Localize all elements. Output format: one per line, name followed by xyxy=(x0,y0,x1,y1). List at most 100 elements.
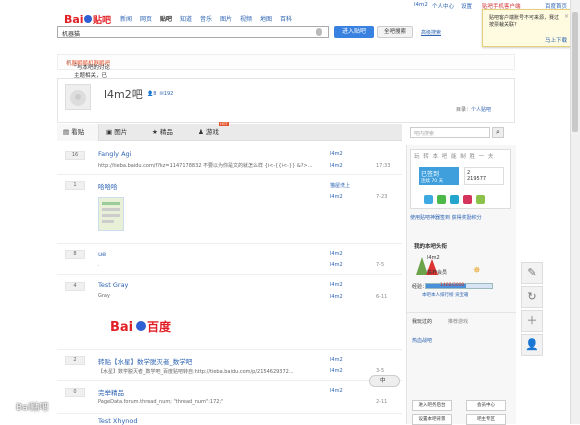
thread-author[interactable]: l4m2 xyxy=(330,357,343,363)
forum-name: l4m2吧 xyxy=(104,88,143,101)
thread-time: 3-5 xyxy=(376,368,385,374)
advanced-search-link[interactable]: 高级搜索 xyxy=(421,29,441,36)
search-icon[interactable]: ⌕ xyxy=(492,127,504,138)
thread-title[interactable]: ue xyxy=(98,250,106,258)
tab-posts[interactable]: ▤ 看贴 xyxy=(57,124,99,141)
enter-forum-button[interactable]: 进入贴吧 xyxy=(334,26,374,38)
rank-link[interactable]: 本吧本人排行榜 xyxy=(422,293,454,298)
tab-good[interactable]: ★ 精品 xyxy=(152,124,173,141)
score-link[interactable]: 获得奖励积分 xyxy=(452,215,482,221)
last-replier[interactable]: l4m2 xyxy=(330,368,343,374)
game-icon: ♟ xyxy=(198,128,206,136)
thread-thumbnail[interactable] xyxy=(98,197,124,231)
forum-admin-button[interactable]: 进入吧务后台 xyxy=(412,400,452,411)
thread-time: 6-11 xyxy=(376,294,388,300)
hot-badge: HOT xyxy=(219,122,229,126)
nav-image[interactable]: 图片 xyxy=(220,14,232,23)
nav-zhidao[interactable]: 知道 xyxy=(180,14,192,23)
username-link[interactable]: l4m2 xyxy=(414,2,428,8)
nav-music[interactable]: 音乐 xyxy=(200,14,212,23)
nav-map[interactable]: 地图 xyxy=(260,14,272,23)
treasure-link[interactable]: 贡宝箱 xyxy=(455,293,469,298)
scrollbar-thumb[interactable] xyxy=(572,12,578,132)
thread-title[interactable]: 转贴【水星】数学脱灭者_数学吧 xyxy=(98,356,192,366)
nav-web[interactable]: 网页 xyxy=(140,14,152,23)
search-all-button[interactable]: 全吧搜索 xyxy=(377,26,413,38)
ime-indicator[interactable]: 中 xyxy=(369,375,400,387)
forum-avatar[interactable] xyxy=(65,84,91,110)
post-count[interactable]: 192 xyxy=(164,91,174,97)
app-icon[interactable] xyxy=(476,195,485,204)
user-icon[interactable]: 👤 xyxy=(521,334,543,356)
tab-visited[interactable]: 我玩过的 xyxy=(412,318,432,325)
forum-directory: 目录：个人贴吧 xyxy=(456,107,492,113)
plus-icon[interactable]: ＋ xyxy=(521,310,543,332)
nav-video[interactable]: 视频 xyxy=(240,14,252,23)
sign-header: 玩 转 本 吧 能 制 胜 一 夫 xyxy=(414,154,495,160)
my-username[interactable]: l4m2 xyxy=(427,255,440,261)
image-icon: ▣ xyxy=(106,128,115,136)
badge-icon: ✵ xyxy=(473,266,481,276)
forum-stats: 👤8 ✉192 xyxy=(147,91,173,97)
nav-tieba[interactable]: 贴吧 xyxy=(160,14,172,23)
thread-author[interactable]: l4m2 xyxy=(330,282,343,288)
app-icon[interactable] xyxy=(450,195,459,204)
microphone-icon[interactable] xyxy=(316,28,322,36)
member-center-button[interactable]: 会员中心 xyxy=(466,400,506,411)
tieba-logo[interactable]: Bai 贴吧 xyxy=(64,11,114,27)
app-icon[interactable] xyxy=(424,195,433,204)
directory-link[interactable]: 个人贴吧 xyxy=(471,107,491,113)
close-icon[interactable]: × xyxy=(564,13,569,20)
owner-zone-button[interactable]: 吧主专区 xyxy=(466,414,506,425)
app-icon[interactable] xyxy=(463,195,472,204)
search-input[interactable]: 机器猫 xyxy=(57,26,329,38)
reply-count: 4 xyxy=(65,282,85,291)
nav-news[interactable]: 新闻 xyxy=(120,14,132,23)
close-icon[interactable]: × xyxy=(66,58,510,66)
app-icon[interactable] xyxy=(437,195,446,204)
download-now-link[interactable]: 马上下载 xyxy=(545,36,567,44)
last-replier[interactable]: l4m2 xyxy=(330,262,343,268)
reply-count: 16 xyxy=(65,151,85,160)
reply-count: 2 xyxy=(65,356,85,365)
last-replier[interactable]: l4m2 xyxy=(330,294,343,300)
last-replier[interactable]: l4m2 xyxy=(330,194,343,200)
thread-time: 17:33 xyxy=(376,163,391,169)
thread-title[interactable]: Test Gray xyxy=(98,281,128,289)
signed-button[interactable]: 已签到 连续 70 天 xyxy=(419,167,459,185)
search-value: 机器猫 xyxy=(62,31,81,38)
last-replier[interactable]: l4m2 xyxy=(330,163,343,169)
client-tip-popup: 贴吧客户端账号不可来源，赛过按票裁关联? × 马上下载 xyxy=(482,9,574,47)
user-center-link[interactable]: 个人中心 xyxy=(432,2,454,10)
thread-time: 7-23 xyxy=(376,194,388,200)
baidu-logo-image[interactable]: Bai 百度 xyxy=(110,317,180,338)
forum-search-input[interactable]: 吧内搜索 xyxy=(410,127,490,138)
sign-stats: 2 219577 xyxy=(464,167,504,185)
thread-abstract: . xyxy=(98,262,100,268)
settings-link[interactable]: 设置 xyxy=(461,2,472,10)
set-background-button[interactable]: 设置本吧背景 xyxy=(412,414,452,425)
thread-title[interactable]: Fangly Agi xyxy=(98,150,131,158)
redirect-notice: “机器鹂鹂”与本吧的讨论主题相关，已为您自动跳转；若您寻找的不是本吧，也可以创建… xyxy=(57,54,515,111)
sign-tools: 使用贴吧神器签到 获得奖励积分 xyxy=(410,214,482,221)
nav-baike[interactable]: 百科 xyxy=(280,14,292,23)
tab-games[interactable]: ♟ 游戏 xyxy=(198,124,219,141)
thread-title[interactable]: 完举精品 xyxy=(98,387,124,397)
thread-author[interactable]: l4m2 xyxy=(330,388,343,394)
thread-author[interactable]: 猫屋洗上 xyxy=(330,182,350,189)
hot-game-link[interactable]: 热血战吧 xyxy=(412,337,432,344)
tab-recommend[interactable]: 推荐游戏 xyxy=(448,318,468,325)
svg-text:百度: 百度 xyxy=(147,319,172,334)
thread-title[interactable]: 哈哈哈 xyxy=(98,181,118,191)
my-links: 本吧本人排行榜 贡宝箱 xyxy=(422,292,468,298)
member-count[interactable]: 8 xyxy=(153,91,156,97)
thread-author[interactable]: l4m2 xyxy=(330,151,343,157)
sign-tool-link[interactable]: 使用贴吧神器签到 xyxy=(410,215,450,221)
exp-value: 1466/2000 xyxy=(440,283,465,288)
edit-icon[interactable]: ✎ xyxy=(521,262,543,284)
thread-abstract: Gray xyxy=(98,293,110,299)
my-title-header: 我的本吧头衔 xyxy=(414,244,448,250)
thread-author[interactable]: l4m2 xyxy=(330,251,343,257)
refresh-icon[interactable]: ↻ xyxy=(521,286,543,308)
tab-pictures[interactable]: ▣ 图片 xyxy=(106,124,127,141)
